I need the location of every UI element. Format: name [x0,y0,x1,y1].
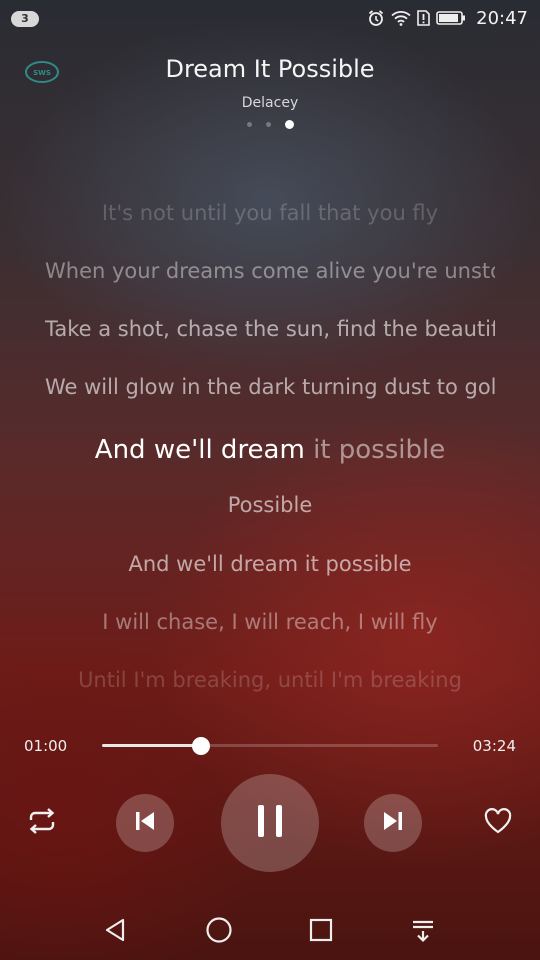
lyric-line: I will chase, I will reach, I will fly [102,610,438,634]
seek-bar-handle[interactable] [191,737,210,755]
battery-icon [436,10,466,26]
recents-square-icon [308,917,334,947]
lyric-remaining-part: it possible [304,435,446,465]
pause-icon [253,802,287,844]
current-time: 01:00 [24,737,68,755]
page-indicator [0,120,540,129]
repeat-button[interactable] [22,803,62,843]
notification-pull-icon [410,917,436,947]
next-button[interactable] [364,794,422,852]
skip-previous-icon [132,808,158,838]
status-bar: 3 20:47 [0,0,540,36]
home-circle-icon [205,916,233,948]
lyric-sung-part: And we'll dream [94,435,305,465]
lyric-line: When your dreams come alive you're unsto… [45,259,495,283]
lyric-line-current: And we'll dream it possible [45,435,495,465]
seek-bar[interactable] [102,737,438,755]
page-dot [246,122,252,127]
page-dot [265,122,271,127]
nav-home-button[interactable] [203,916,235,948]
page-dot-active [284,120,294,129]
sim-alert-icon [417,9,430,27]
total-time: 03:24 [472,737,516,755]
lyric-line: We will glow in the dark turning dust to… [45,375,495,399]
lyric-line: And we'll dream it possible [128,552,412,576]
heart-outline-icon [483,807,513,839]
song-title: Dream It Possible [165,55,375,83]
nav-notification-button[interactable] [407,916,439,948]
song-artist: Delacey [241,95,299,111]
seek-bar-fill [102,744,201,747]
status-icons: 20:47 [367,7,528,29]
lyric-line: Take a shot, chase the sun, find the bea… [45,317,495,341]
wifi-icon [391,9,411,27]
skip-next-icon [380,808,406,838]
previous-button[interactable] [116,794,174,852]
lyric-line: Until I'm breaking, until I'm breaking [78,668,462,692]
favorite-button[interactable] [478,803,518,843]
status-clock: 20:47 [476,7,528,29]
nav-recents-button[interactable] [305,916,337,948]
nav-back-button[interactable] [100,916,132,948]
alarm-icon [367,9,385,27]
notification-count-badge: 3 [11,11,39,27]
repeat-icon [25,807,59,839]
play-pause-button[interactable] [221,774,319,872]
lyric-line: Possible [227,493,313,517]
lyric-line: It's not until you fall that you fly [101,201,439,225]
system-nav-bar [0,900,540,960]
back-triangle-icon [103,917,129,947]
